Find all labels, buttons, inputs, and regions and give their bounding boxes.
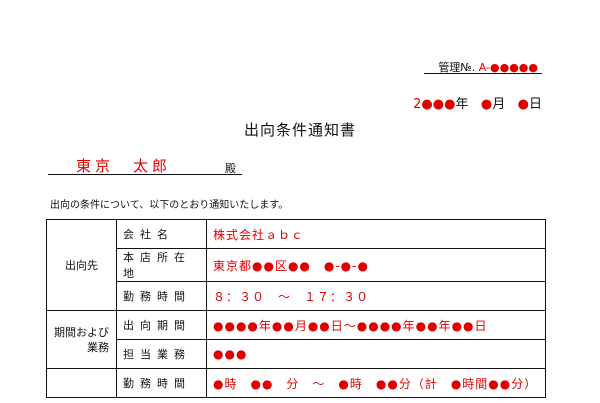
table-row: 出向先 会社名 株式会社ａｂｃ — [46, 219, 546, 311]
row-value: 東京都●●区●● ●-●-● — [206, 248, 546, 282]
date-year-unit: 年 — [455, 97, 469, 112]
group-cell-blank — [46, 368, 117, 398]
table-row: 担当業務 ●●● — [47, 339, 546, 369]
intro-text: 出向の条件について、以下のとおり通知いたします。 — [50, 200, 289, 211]
row-value: ●●●●年●●月●●日～●●●●年●●年●●日 — [206, 310, 546, 340]
table-row: 期間および 業務 出向期間 ●●●●年●●月●●日～●●●●年●●年●●日 — [46, 310, 546, 369]
row-value: ●●● — [206, 339, 546, 369]
group-cell-period-duties: 期間および 業務 — [46, 310, 117, 369]
table-row: 勤務時間 ●時 ●● 分 ～ ●時 ●●分（計 ●時間●●分） — [46, 368, 546, 398]
row-value: 株式会社ａｂｃ — [206, 219, 546, 249]
row-value: ●時 ●● 分 ～ ●時 ●●分（計 ●時間●●分） — [206, 368, 546, 398]
row-label: 勤務時間 — [116, 368, 207, 398]
recipient-honorific: 殿 — [225, 162, 236, 175]
date-year: 2●●● — [413, 97, 456, 112]
date-day: ● — [517, 97, 529, 112]
group-label-line1: 期間および — [54, 325, 109, 339]
management-number-underline — [424, 73, 542, 74]
document-title: 出向条件通知書 — [243, 121, 356, 139]
table-row: 本店所在地 東京都●●区●● ●-●-● — [47, 248, 546, 282]
group-label-line2: 業務 — [87, 340, 109, 354]
row-label: 会社名 — [116, 219, 207, 249]
date-month-unit: 月 — [492, 97, 506, 112]
table-row: 勤務時間 ８：３０ ～ １７：３０ — [47, 281, 546, 311]
row-value: ８：３０ ～ １７：３０ — [206, 281, 546, 311]
date-day-unit: 日 — [528, 97, 542, 112]
recipient-underline — [48, 174, 242, 175]
row-label: 本店所在地 — [116, 248, 207, 282]
row-label: 担当業務 — [116, 339, 207, 369]
group-cell-destination: 出向先 — [46, 219, 117, 311]
date-month: ● — [480, 97, 493, 112]
conditions-table: 出向先 会社名 株式会社ａｂｃ 本店所在地 東京都●●区●● ●-●-● 勤務時… — [46, 219, 546, 398]
issue-date: 2●●●年 ●月 ●日 — [413, 93, 542, 112]
row-label: 出向期間 — [116, 310, 207, 340]
recipient-name: 東京 太郎 — [76, 157, 172, 175]
row-label: 勤務時間 — [116, 281, 207, 311]
